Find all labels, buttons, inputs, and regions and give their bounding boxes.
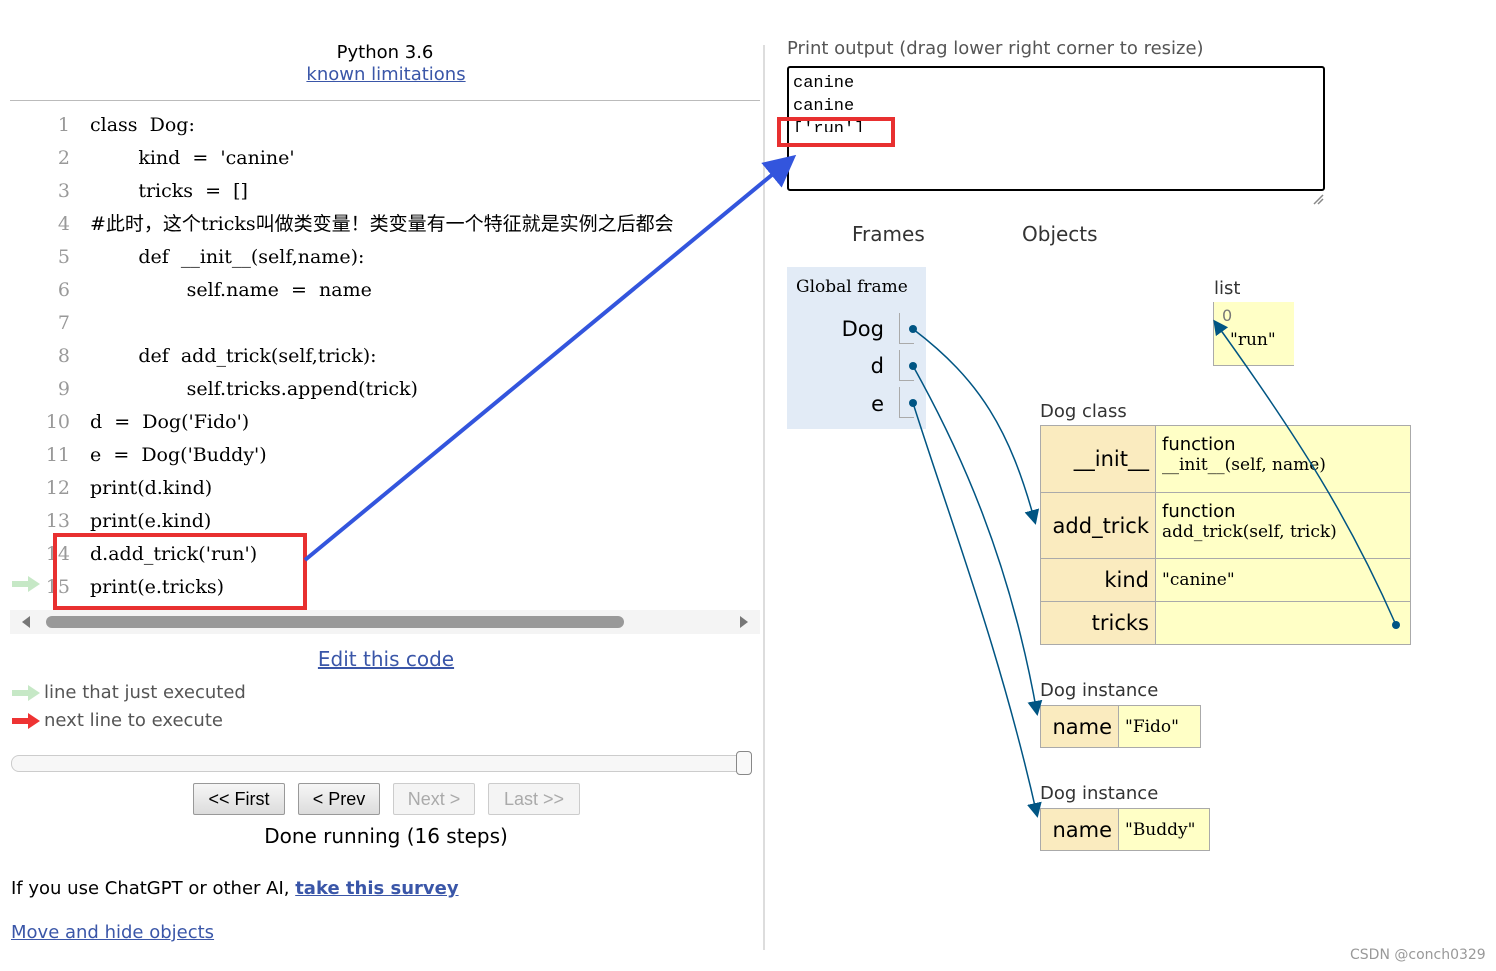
edit-code-link[interactable]: Edit this code xyxy=(286,647,486,671)
function-signature: add_trick(self, trick) xyxy=(1162,522,1337,542)
frame-var-value xyxy=(899,350,914,381)
move-hide-link[interactable]: Move and hide objects xyxy=(11,922,214,943)
scroll-left-icon[interactable] xyxy=(22,616,30,628)
frame-var-e: e xyxy=(871,392,884,416)
panel-divider xyxy=(763,45,765,950)
python-version: Python 3.6 xyxy=(336,42,434,63)
survey-link[interactable]: take this survey xyxy=(295,878,458,899)
output-line: canine xyxy=(793,74,855,93)
legend-next-line: next line to execute xyxy=(44,710,223,731)
class-value-add-trick: function add_trick(self, trick) xyxy=(1155,492,1411,559)
survey-line: If you use ChatGPT or other AI, take thi… xyxy=(11,878,459,899)
output-line: ['run'] xyxy=(793,120,865,139)
dog-pointer-arrow xyxy=(912,328,1040,525)
output-line: canine xyxy=(793,97,855,116)
code-line: 6 self.name = name xyxy=(57,279,372,301)
status-text: Done running (16 steps) xyxy=(264,824,508,848)
function-type: function xyxy=(1162,434,1236,455)
prev-button[interactable]: < Prev xyxy=(298,783,380,815)
code-line: 7 xyxy=(57,312,70,334)
instance-value: "Buddy" xyxy=(1118,808,1210,851)
last-button[interactable]: Last >> xyxy=(488,783,580,815)
dog-class-table: __init__ function __init__(self, name) a… xyxy=(1040,425,1411,645)
resize-handle-icon[interactable] xyxy=(1312,193,1324,205)
dog-instance-fido: name "Fido" xyxy=(1040,705,1201,748)
code-line: 2 kind = 'canine' xyxy=(57,147,295,169)
function-type: function xyxy=(1162,501,1236,522)
watermark: CSDN @conch0329 xyxy=(1350,947,1486,963)
executed-line-arrow-icon xyxy=(12,576,40,592)
red-arrow-icon xyxy=(12,713,40,729)
code-scrollbar[interactable] xyxy=(10,610,760,634)
function-signature: __init__(self, name) xyxy=(1162,455,1326,475)
scroll-right-icon[interactable] xyxy=(740,616,748,628)
global-frame: Global frame Dog d e xyxy=(787,267,926,429)
code-line: 8 def add_trick(self,trick): xyxy=(57,345,377,367)
frame-var-d: d xyxy=(870,354,884,378)
print-output-box[interactable]: canine canine ['run'] xyxy=(787,66,1325,191)
list-object: 0 "run" xyxy=(1213,302,1294,366)
class-value-init: function __init__(self, name) xyxy=(1155,425,1411,493)
code-line: 4 #此时，这个tricks叫做类变量！类变量有一个特征就是实例之后都会 xyxy=(57,213,674,235)
legend-just-executed: line that just executed xyxy=(44,682,246,703)
class-key-tricks: tricks xyxy=(1040,601,1156,645)
code-line: 12 print(d.kind) xyxy=(45,477,213,499)
frame-var-value xyxy=(899,387,914,418)
execution-slider[interactable] xyxy=(11,751,752,775)
next-button[interactable]: Next > xyxy=(393,783,475,815)
instance-key: name xyxy=(1040,705,1119,748)
dog-class-label: Dog class xyxy=(1040,401,1127,422)
list-value: "run" xyxy=(1230,330,1276,350)
class-key-kind: kind xyxy=(1040,558,1156,602)
code-line-current: 15 print(e.tricks) xyxy=(45,576,225,598)
class-value-kind: "canine" xyxy=(1155,558,1411,602)
first-button[interactable]: << First xyxy=(193,783,285,815)
instance-value: "Fido" xyxy=(1118,705,1201,748)
code-panel: 1 class Dog: 2 kind = 'canine' 3 tricks =… xyxy=(10,100,760,611)
code-line: 14 d.add_trick('run') xyxy=(45,543,258,565)
scroll-thumb[interactable] xyxy=(46,616,624,628)
code-line: 1 class Dog: xyxy=(57,114,195,136)
survey-prefix: If you use ChatGPT or other AI, xyxy=(11,878,296,899)
code-line: 5 def __init__(self,name): xyxy=(57,246,365,268)
dog-instance-buddy: name "Buddy" xyxy=(1040,808,1210,851)
class-key-init: __init__ xyxy=(1040,425,1156,493)
slider-handle[interactable] xyxy=(736,751,752,775)
code-line: 3 tricks = [] xyxy=(57,180,248,202)
instance-label: Dog instance xyxy=(1040,680,1159,701)
frame-var-value xyxy=(899,313,914,344)
list-label: list xyxy=(1214,278,1241,299)
class-key-add-trick: add_trick xyxy=(1040,492,1156,559)
global-frame-title: Global frame xyxy=(796,277,908,297)
known-limitations-link[interactable]: known limitations xyxy=(300,64,472,85)
e-pointer-arrow xyxy=(912,402,1042,818)
list-index: 0 xyxy=(1222,306,1233,325)
code-line: 9 self.tricks.append(trick) xyxy=(57,378,418,400)
d-pointer-arrow xyxy=(912,365,1043,716)
instance-key: name xyxy=(1040,808,1119,851)
instance-label: Dog instance xyxy=(1040,783,1159,804)
print-output-label: Print output (drag lower right corner to… xyxy=(787,38,1204,59)
green-arrow-icon xyxy=(12,685,40,701)
code-line: 10 d = Dog('Fido') xyxy=(45,411,250,433)
code-line: 11 e = Dog('Buddy') xyxy=(45,444,267,466)
class-value-tricks xyxy=(1155,601,1411,645)
code-line: 13 print(e.kind) xyxy=(45,510,212,532)
frame-var-dog: Dog xyxy=(841,317,884,341)
objects-header: Objects xyxy=(1022,222,1098,246)
frames-header: Frames xyxy=(852,222,925,246)
